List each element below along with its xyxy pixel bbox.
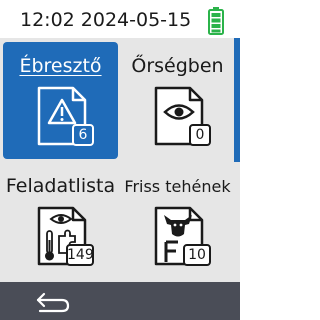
tile-label: Ébresztő: [19, 55, 102, 77]
badge-count: 6: [78, 127, 88, 143]
tile-label: Őrségben: [131, 55, 224, 77]
tile-label: Friss tehének: [124, 177, 231, 196]
tile-label: Feladatlista: [5, 175, 116, 197]
bottom-nav-bar: [0, 282, 240, 320]
back-button[interactable]: [30, 286, 80, 316]
back-arrow-icon: [36, 292, 70, 313]
badge-count: 10: [188, 247, 206, 263]
battery-full-icon: [208, 7, 224, 35]
tile-feladatlista[interactable]: Feladatlista 149: [3, 162, 118, 279]
clock: 12:02 2024-05-15: [20, 9, 192, 31]
tile-ebreszto[interactable]: Ébresztő 6: [3, 42, 118, 159]
status-bar: 12:02 2024-05-15: [0, 0, 240, 38]
tile-orsegben[interactable]: Őrségben 0: [120, 42, 235, 159]
badge-count: 149: [67, 247, 94, 263]
scrollbar-thumb[interactable]: [234, 38, 240, 162]
badge-count: 0: [195, 127, 205, 143]
menu-grid: Ébresztő 6 Őrségben 0 Feladatlista 149 F…: [0, 38, 240, 282]
tile-friss-tehenek[interactable]: Friss tehének 10: [120, 162, 235, 279]
